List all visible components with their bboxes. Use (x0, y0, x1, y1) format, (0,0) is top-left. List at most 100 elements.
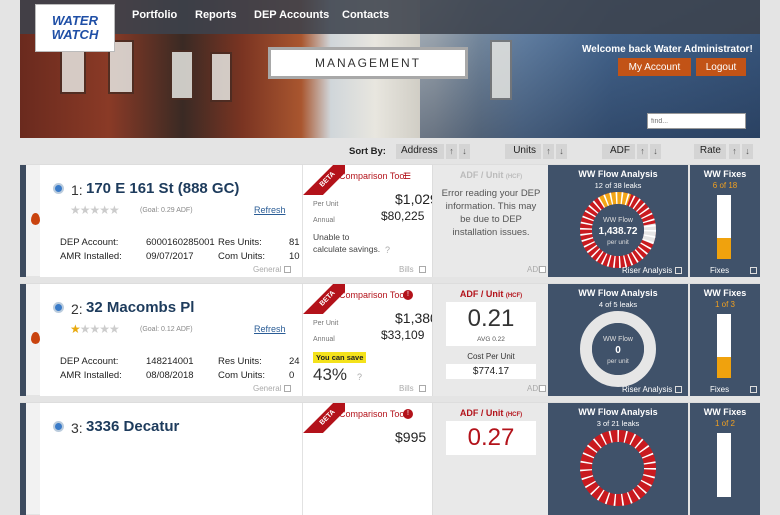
fixes-title: WW Fixes (703, 169, 747, 179)
refresh-link[interactable]: Refresh (254, 324, 286, 334)
bills-label[interactable]: Bills (399, 384, 414, 393)
savings-note: Unable to calculate savings. (313, 232, 381, 254)
sort-down-icon[interactable]: ↓ (459, 144, 470, 159)
adf-panel: ADF / Unit (HCF) Error reading your DEP … (432, 165, 548, 277)
sort-up-icon[interactable]: ↑ (543, 144, 554, 159)
sort-down-icon[interactable]: ↓ (556, 144, 567, 159)
flow-leaks: 12 of 38 leaks (594, 181, 642, 190)
comparison-tool-panel: BETA Comparison Tool ! $1,380 Per Unit $… (302, 284, 438, 396)
annual-cost: $80,225 (381, 209, 425, 223)
property-address[interactable]: 170 E 161 St (888 GC) (86, 180, 239, 197)
sort-up-icon[interactable]: ↑ (729, 144, 740, 159)
expand-icon[interactable] (419, 385, 426, 392)
expand-icon[interactable] (284, 266, 291, 273)
map-pin-icon[interactable] (53, 421, 64, 432)
riser-analysis-link[interactable]: Riser Analysis (622, 385, 672, 394)
menu-icon[interactable]: ☰ (403, 171, 413, 181)
flow-donut-chart[interactable] (579, 429, 657, 507)
expand-icon[interactable] (675, 386, 682, 393)
general-label[interactable]: General (253, 384, 281, 393)
expand-icon[interactable] (675, 267, 682, 274)
adf-panel: ADF / Unit (HCF) 0.27 (432, 403, 548, 515)
dep-account-label: DEP Account: (60, 356, 119, 367)
adf-panel: ADF / Unit (HCF) 0.21 AVG 0.22 Cost Per … (432, 284, 548, 396)
fixes-title: WW Fixes (703, 407, 747, 417)
comparison-title[interactable]: Comparison Tool (339, 409, 406, 419)
sort-down-icon[interactable]: ↓ (742, 144, 753, 159)
cost-per-unit-value: $774.17 (446, 364, 536, 379)
info-icon[interactable]: ! (403, 409, 413, 419)
comparison-tool-panel: BETA Comparison Tool ☰ $1,029 Per Unit $… (302, 165, 438, 277)
fixes-title: WW Fixes (703, 288, 747, 298)
fixes-footer[interactable]: Fixes (710, 385, 729, 394)
nav-portfolio[interactable]: Portfolio (132, 9, 177, 21)
logout-button[interactable]: Logout (696, 58, 746, 76)
fixes-footer[interactable]: Fixes (710, 266, 729, 275)
info-icon[interactable]: ! (403, 290, 413, 300)
top-nav-bar (20, 0, 760, 34)
bills-label[interactable]: Bills (399, 265, 414, 274)
property-row: 3: 3336 Decatur BETA Comparison Tool ! $… (20, 402, 760, 515)
adf-goal: (Goal: 0.29 ADF) (140, 207, 193, 214)
savings-percent: 43% (313, 365, 348, 384)
sort-up-icon[interactable]: ↑ (637, 144, 648, 159)
map-pin-icon[interactable] (53, 183, 64, 194)
map-pin-icon[interactable] (53, 302, 64, 313)
water-watch-logo[interactable]: WATER WATCH (35, 4, 115, 52)
expand-icon[interactable] (539, 266, 546, 273)
sort-up-icon[interactable]: ↑ (446, 144, 457, 159)
res-units-label: Res Units: (218, 237, 262, 248)
sort-bar: Sort By: Address ↑ ↓ Units ↑ ↓ ADF ↑ ↓ R… (0, 140, 780, 162)
welcome-message: Welcome back Water Administrator! (582, 44, 753, 55)
flow-analysis-panel: WW Flow Analysis 3 of 21 leaks (548, 403, 688, 515)
comparison-title[interactable]: Comparison Tool (339, 290, 406, 300)
expand-icon[interactable] (284, 385, 291, 392)
find-input[interactable] (647, 113, 746, 129)
help-icon[interactable]: ? (357, 372, 362, 382)
property-row: 2: 32 Macombs Pl ★★★★★ (Goal: 0.12 ADF) … (20, 283, 760, 396)
nav-dep-accounts[interactable]: DEP Accounts (254, 9, 329, 21)
amr-label: AMR Installed: (60, 251, 122, 262)
my-account-button[interactable]: My Account (618, 58, 691, 76)
nav-contacts[interactable]: Contacts (342, 9, 389, 21)
sort-adf[interactable]: ADF (602, 144, 635, 159)
fixes-panel: WW Fixes 1 of 2 (688, 403, 760, 515)
com-units-value: 10 (289, 251, 300, 262)
fixes-progress-track (717, 433, 731, 497)
property-address[interactable]: 32 Macombs Pl (86, 299, 194, 316)
flow-leaks: 4 of 5 leaks (598, 300, 638, 309)
com-units-value: 0 (289, 370, 295, 381)
fixes-count: 6 of 18 (712, 181, 738, 190)
adf-value: 0.27 (446, 421, 536, 455)
property-address[interactable]: 3336 Decatur (86, 418, 179, 435)
adf-title: ADF / Unit (HCF) (459, 170, 523, 180)
property-info: 2: 32 Macombs Pl ★★★★★ (Goal: 0.12 ADF) … (40, 284, 302, 396)
adf-title: ADF / Unit (HCF) (459, 408, 523, 418)
help-icon[interactable]: ? (385, 245, 390, 255)
property-info: 1: 170 E 161 St (888 GC) ★★★★★ (Goal: 0.… (40, 165, 302, 277)
expand-icon[interactable] (750, 386, 757, 393)
adf-error-message: Error reading your DEP information. This… (441, 188, 541, 238)
com-units-label: Com Units: (218, 251, 265, 262)
logo-text: WATER WATCH (51, 13, 99, 42)
annual-cost: $33,109 (381, 328, 425, 342)
sort-address[interactable]: Address (396, 144, 444, 159)
expand-icon[interactable] (750, 267, 757, 274)
fixes-progress-fill (717, 238, 731, 259)
refresh-link[interactable]: Refresh (254, 205, 286, 215)
flow-leaks: 3 of 21 leaks (596, 419, 640, 428)
flow-title: WW Flow Analysis (578, 288, 658, 298)
expand-icon[interactable] (419, 266, 426, 273)
sort-rate[interactable]: Rate (694, 144, 726, 159)
row-indicator (20, 284, 26, 396)
amr-value: 09/07/2017 (146, 251, 194, 262)
riser-analysis-link[interactable]: Riser Analysis (622, 266, 672, 275)
nav-reports[interactable]: Reports (195, 9, 237, 21)
comparison-title[interactable]: Comparison Tool (339, 171, 406, 181)
sort-down-icon[interactable]: ↓ (650, 144, 661, 159)
general-label[interactable]: General (253, 265, 281, 274)
expand-icon[interactable] (539, 385, 546, 392)
property-index: 2: (71, 301, 83, 317)
res-units-value: 81 (289, 237, 300, 248)
sort-units[interactable]: Units (505, 144, 541, 159)
